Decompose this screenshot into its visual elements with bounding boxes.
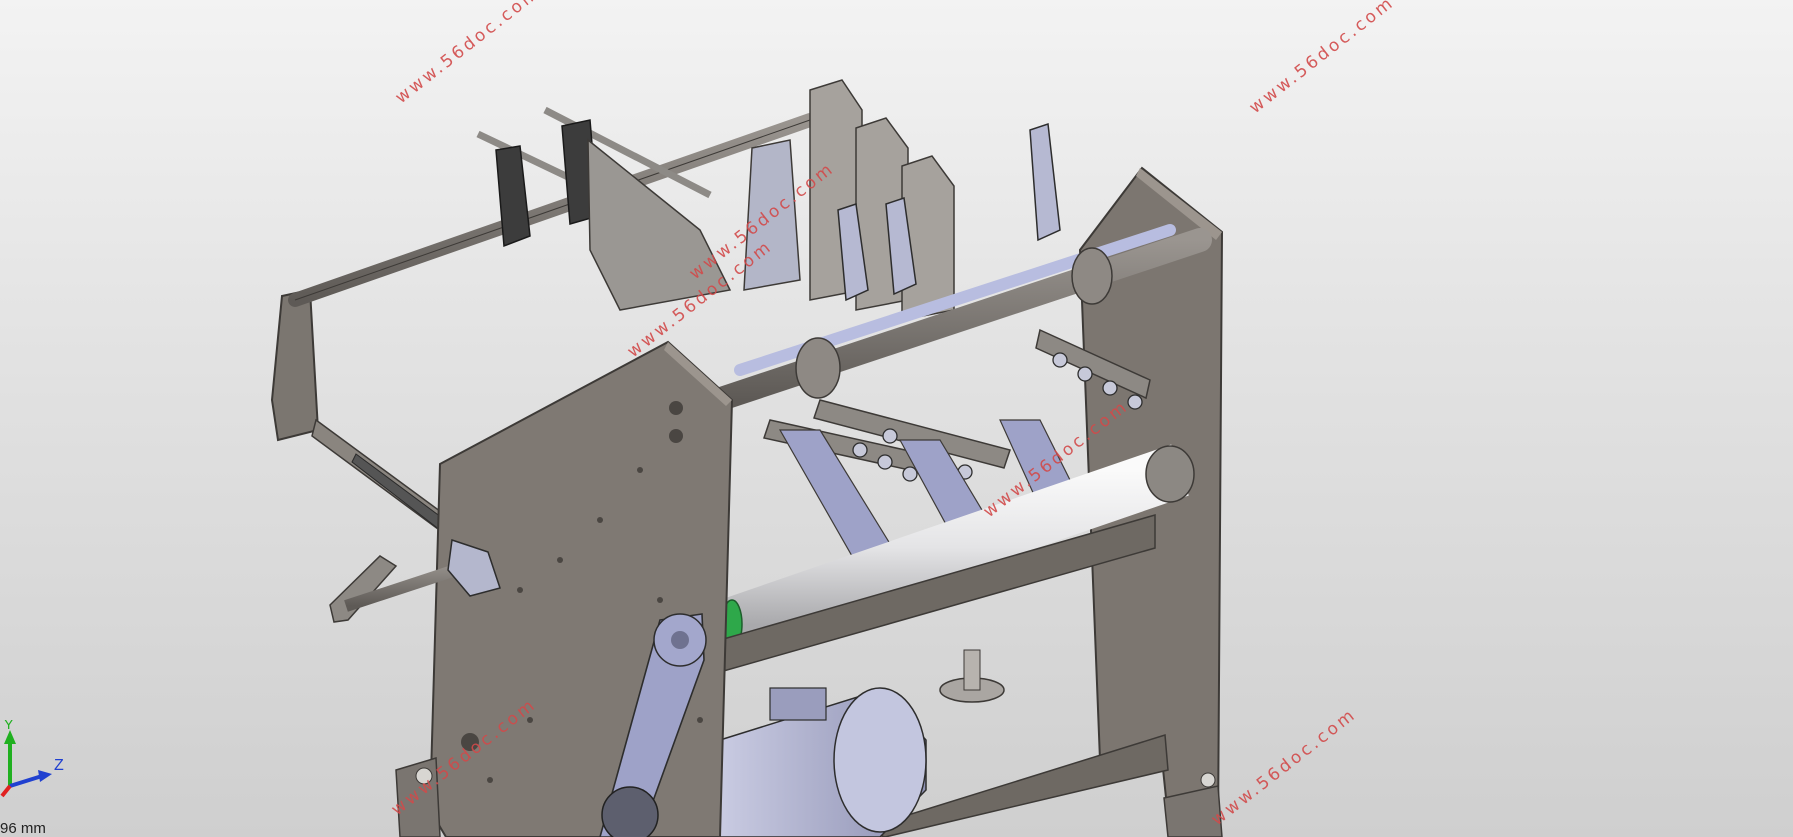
- drive-pulley-bottom: [601, 786, 659, 837]
- slitting-machine-model[interactable]: [0, 0, 1793, 837]
- x-axis-arrow: [0, 784, 12, 798]
- bearing-housing-2: [1071, 247, 1113, 305]
- y-axis-label: Y: [4, 720, 14, 732]
- scale-label: 96 mm: [0, 820, 46, 837]
- z-axis-label: Z: [54, 757, 64, 774]
- motor-mount: [769, 687, 827, 721]
- knife-holder-3: [1029, 122, 1061, 242]
- z-axis-arrow: [9, 774, 43, 788]
- main-roller-end: [1145, 445, 1195, 503]
- motor-end-cap: [833, 687, 927, 833]
- rear-left-bracket: [270, 288, 320, 442]
- rack-gear: [351, 453, 446, 531]
- bearing-housing-1: [795, 337, 841, 399]
- orientation-triad[interactable]: Y Z: [0, 720, 80, 800]
- 3d-viewport[interactable]: www.56doc.com www.56doc.com www.56doc.co…: [0, 0, 1793, 837]
